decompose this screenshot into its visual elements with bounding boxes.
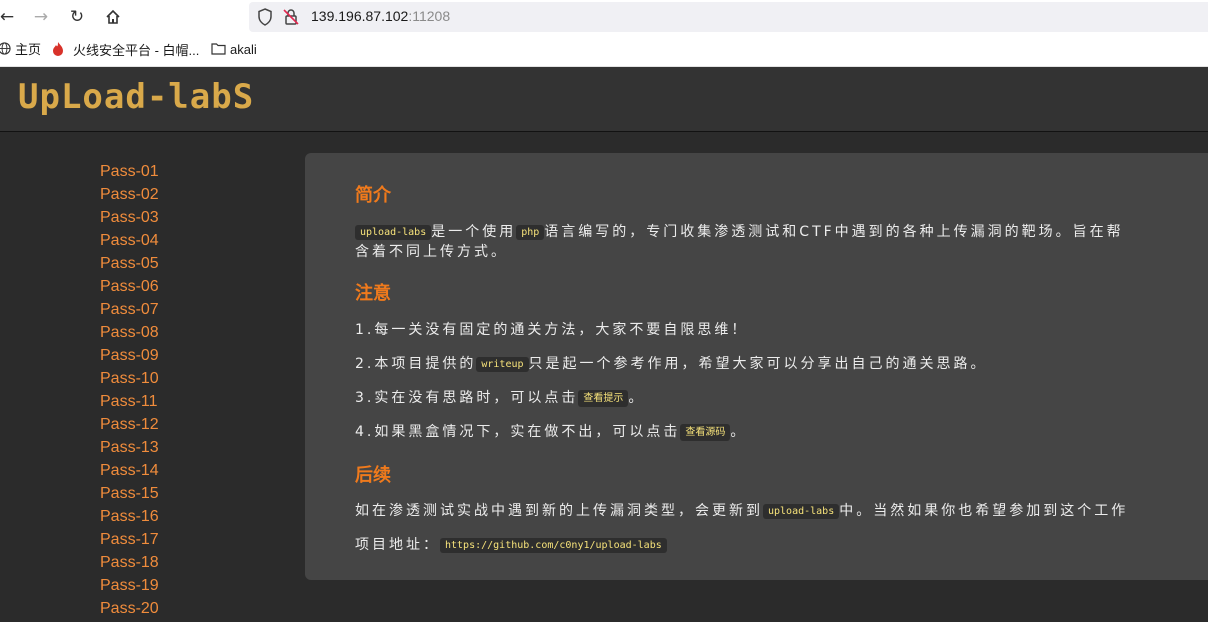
project-url[interactable]: https://github.com/c0ny1/upload-labs [440, 538, 667, 553]
bookmark-akali[interactable]: akali [211, 41, 257, 59]
followup-post: 中。当然如果你也希望参加到这个工作 [839, 503, 1129, 519]
site-header: UpLoad-labS [0, 67, 1208, 132]
notice-item-1: 1.每一关没有固定的通关方法，大家不要自限思维！ [355, 322, 749, 338]
sidebar-item-pass-11[interactable]: Pass-11 [100, 390, 159, 413]
folder-icon [211, 42, 226, 60]
upload-labs-code-2: upload-labs [763, 504, 840, 519]
url-text[interactable]: 139.196.87.102:11208 [311, 8, 450, 24]
view-source-button[interactable]: 查看源码 [680, 424, 731, 441]
sidebar-item-pass-15[interactable]: Pass-15 [100, 482, 159, 505]
globe-icon [0, 41, 11, 60]
notice-3-post: 。 [628, 390, 646, 406]
php-code: php [516, 225, 545, 240]
project-label: 项目地址： [355, 537, 440, 553]
bookmark-akali-label: akali [230, 42, 257, 57]
sidebar-item-pass-06[interactable]: Pass-06 [100, 275, 159, 298]
intro-text-1: 是一个使用 [431, 224, 517, 240]
site-logo[interactable]: UpLoad-labS [18, 77, 254, 117]
followup-heading: 后续 [355, 465, 391, 486]
notice-item-4: 4.如果黑盒情况下，实在做不出，可以点击 查看源码。 [355, 421, 747, 443]
view-hint-button[interactable]: 查看提示 [578, 390, 629, 407]
intro-paragraph-line-2: 含着不同上传方式。 [355, 244, 508, 260]
sidebar-item-pass-16[interactable]: Pass-16 [100, 505, 159, 528]
notice-2-pre: 2.本项目提供的 [355, 356, 477, 372]
sidebar-item-pass-13[interactable]: Pass-13 [100, 436, 159, 459]
pass-list: Pass-01 Pass-02 Pass-03 Pass-04 Pass-05 … [100, 160, 159, 620]
forward-arrow-icon[interactable]: → [31, 6, 51, 28]
url-port: :11208 [408, 8, 451, 24]
notice-2-post: 只是起一个参考作用，希望大家可以分享出自己的通关思路。 [528, 356, 988, 372]
project-address: 项目地址： https://github.com/c0ny1/upload-lab… [355, 534, 667, 556]
bookmark-home[interactable]: 主页 [0, 41, 41, 59]
notice-heading: 注意 [355, 283, 391, 304]
sidebar-item-pass-10[interactable]: Pass-10 [100, 367, 159, 390]
followup-paragraph: 如在渗透测试实战中遇到新的上传漏洞类型，会更新到 upload-labs 中。当然如… [355, 500, 1128, 522]
sidebar-item-pass-02[interactable]: Pass-02 [100, 183, 159, 206]
url-host: 139.196.87.102 [311, 8, 409, 24]
notice-4-post: 。 [730, 424, 748, 440]
bookmark-home-label: 主页 [15, 42, 42, 57]
notice-4-pre: 4.如果黑盒情况下，实在做不出，可以点击 [355, 424, 681, 440]
insecure-lock-icon[interactable] [283, 8, 299, 26]
sidebar-item-pass-04[interactable]: Pass-04 [100, 229, 159, 252]
intro-panel: 简介 upload-labs 是一个使用 php 语言编写的，专门收集渗透测试和CTF… [305, 153, 1208, 580]
browser-toolbar: ← → ↻ 139.196.87.102:11208 [0, 0, 1208, 34]
notice-item-3: 3.实在没有思路时，可以点击 查看提示。 [355, 387, 645, 409]
sidebar-item-pass-14[interactable]: Pass-14 [100, 459, 159, 482]
sidebar-item-pass-09[interactable]: Pass-09 [100, 344, 159, 367]
flame-icon [51, 41, 65, 62]
bookmark-huoxian-label: 火线安全平台 - 白帽... [73, 42, 200, 58]
sidebar-item-pass-12[interactable]: Pass-12 [100, 413, 159, 436]
sidebar-item-pass-01[interactable]: Pass-01 [100, 160, 159, 183]
reload-icon[interactable]: ↻ [67, 6, 87, 28]
back-arrow-icon[interactable]: ← [0, 6, 17, 28]
bookmark-huoxian[interactable]: 火线安全平台 - 白帽... [51, 41, 199, 59]
bookmarks-bar: 主页 火线安全平台 - 白帽... akali [0, 34, 1208, 67]
intro-heading: 简介 [355, 185, 391, 206]
sidebar-item-pass-20[interactable]: Pass-20 [100, 597, 159, 620]
followup-pre: 如在渗透测试实战中遇到新的上传漏洞类型，会更新到 [355, 503, 763, 519]
address-bar[interactable]: 139.196.87.102:11208 [249, 2, 1208, 32]
sidebar-item-pass-07[interactable]: Pass-07 [100, 298, 159, 321]
sidebar-item-pass-03[interactable]: Pass-03 [100, 206, 159, 229]
sidebar-item-pass-05[interactable]: Pass-05 [100, 252, 159, 275]
sidebar-item-pass-08[interactable]: Pass-08 [100, 321, 159, 344]
sidebar-item-pass-17[interactable]: Pass-17 [100, 528, 159, 551]
sidebar-item-pass-19[interactable]: Pass-19 [100, 574, 159, 597]
notice-item-2: 2.本项目提供的 writeup 只是起一个参考作用，希望大家可以分享出自己的通关思… [355, 353, 988, 375]
intro-text-2: 语言编写的，专门收集渗透测试和CTF中遇到的各种上传漏洞的靶场。旨在帮 [544, 224, 1124, 240]
intro-paragraph-line-1: upload-labs 是一个使用 php 语言编写的，专门收集渗透测试和CTF中遇到… [355, 221, 1124, 243]
upload-labs-code: upload-labs [355, 225, 432, 240]
notice-3-pre: 3.实在没有思路时，可以点击 [355, 390, 579, 406]
shield-icon[interactable] [257, 8, 273, 26]
writeup-code: writeup [476, 357, 529, 372]
sidebar-item-pass-18[interactable]: Pass-18 [100, 551, 159, 574]
home-icon[interactable] [103, 6, 123, 28]
sidebar: Pass-01 Pass-02 Pass-03 Pass-04 Pass-05 … [0, 132, 300, 622]
